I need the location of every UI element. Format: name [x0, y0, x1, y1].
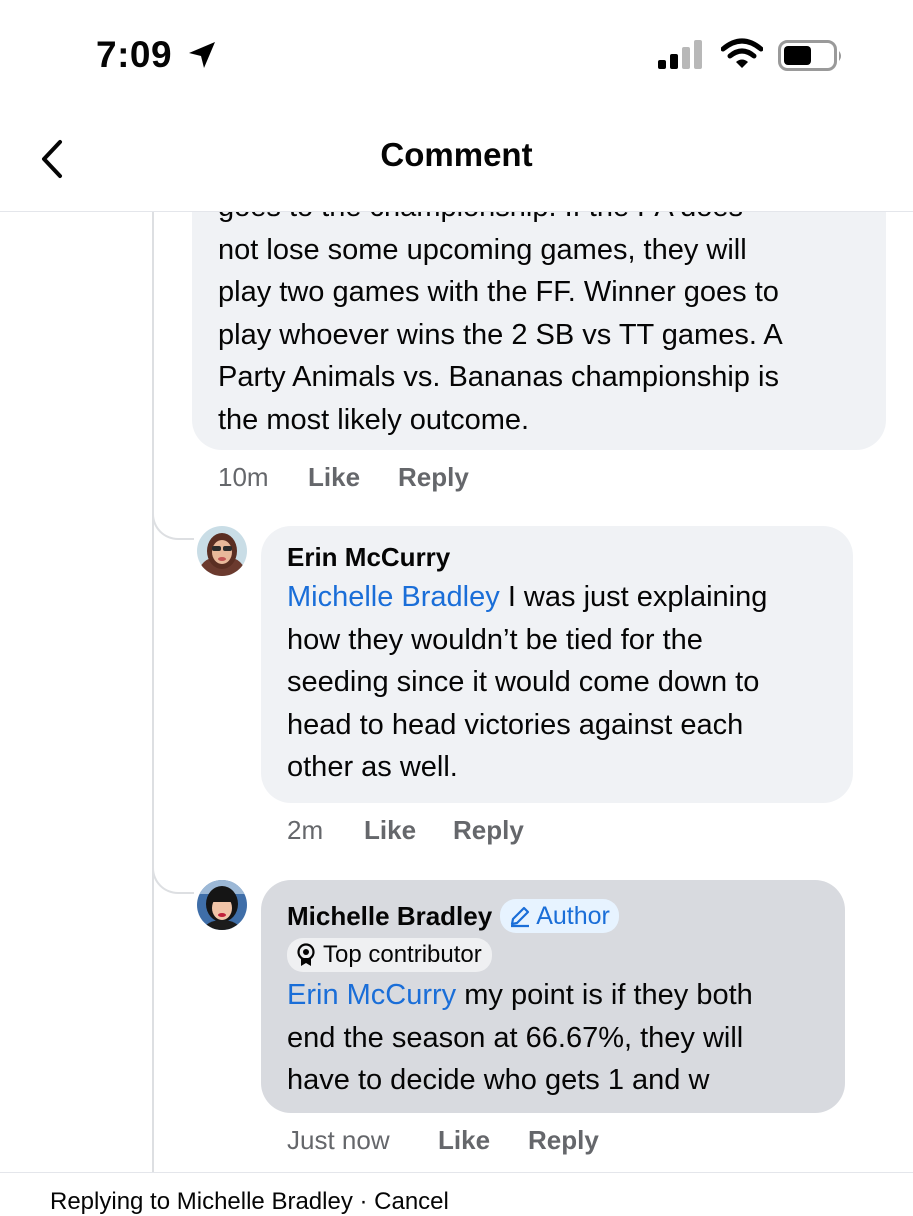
comment-text-line: seeding since it would come down to: [287, 666, 760, 699]
reply-button[interactable]: Reply: [528, 1125, 599, 1156]
avatar-michelle-bradley[interactable]: [197, 880, 247, 930]
comment-text-line: other as well.: [287, 751, 458, 784]
comment-text-line: Party Animals vs. Bananas championship i…: [218, 361, 779, 394]
comment-text-line: not lose some upcoming games, they will: [218, 233, 747, 266]
comment-author-name[interactable]: Michelle Bradley: [287, 899, 492, 933]
comment-bubble-highlighted: Michelle Bradley Author Top contributor …: [261, 880, 845, 1113]
like-button[interactable]: Like: [438, 1125, 528, 1156]
comment-timestamp: Just now: [287, 1125, 390, 1155]
replying-to-bar[interactable]: Replying to Michelle Bradley · Cancel: [50, 1188, 449, 1216]
wifi-icon: [721, 38, 763, 68]
page-title: Comment: [380, 136, 533, 173]
top-contributor-label: Top contributor: [323, 941, 482, 968]
status-bar: 7:09: [0, 0, 913, 110]
pencil-icon: [511, 906, 530, 928]
comment-text: I was just explaining: [499, 581, 768, 613]
comment-timestamp: 2m: [287, 815, 324, 845]
top-contributor-badge: Top contributor: [287, 938, 492, 972]
comment-text: my point is if they both: [456, 979, 753, 1011]
thread-line: [152, 212, 154, 1172]
like-button[interactable]: Like: [364, 815, 453, 846]
author-badge-label: Author: [536, 901, 610, 930]
reply-connector: [152, 510, 194, 540]
mention-link[interactable]: Michelle Bradley: [287, 581, 500, 613]
composer-divider: [0, 1172, 913, 1173]
author-badge: Author: [500, 899, 619, 933]
status-time: 7:09: [96, 34, 173, 75]
cellular-signal-icon: [658, 40, 702, 69]
mention-link[interactable]: Erin McCurry: [287, 979, 456, 1011]
battery-icon: [778, 40, 841, 71]
comment-actions: 2m Like Reply: [287, 815, 524, 846]
comment-timestamp: 10m: [218, 462, 269, 492]
comment-text-line: end the season at 66.67%, they will: [287, 1021, 744, 1054]
comment-text-line: the most likely outcome.: [218, 403, 530, 436]
avatar-erin-mccurry[interactable]: [197, 526, 247, 576]
header: Comment: [0, 110, 913, 212]
comment-text-line: goes to the championship. If the PA does: [218, 212, 783, 229]
comment-bubble: goes to the championship. If the PA does…: [192, 212, 886, 450]
comment-text-line: head to head victories against each: [287, 708, 744, 741]
comment-text-line: play whoever wins the 2 SB vs TT games. …: [218, 318, 783, 351]
comment-actions: Just now Like Reply: [287, 1125, 599, 1156]
comment-thread[interactable]: goes to the championship. If the PA does…: [0, 212, 913, 1172]
comment-text-line: how they wouldn’t be tied for the: [287, 623, 703, 656]
comment-actions: 10m Like Reply: [218, 462, 469, 493]
comment-author-name[interactable]: Erin McCurry: [287, 540, 767, 574]
comment-text-line: have to decide who gets 1 and w: [287, 1064, 710, 1097]
comment-text-line: play two games with the FF. Winner goes …: [218, 276, 779, 309]
location-arrow-icon: [189, 42, 215, 68]
reply-connector: [152, 864, 194, 894]
like-button[interactable]: Like: [308, 462, 398, 493]
reply-button[interactable]: Reply: [398, 462, 469, 493]
reply-button[interactable]: Reply: [453, 815, 524, 846]
award-ribbon-icon: [297, 943, 315, 966]
comment-bubble: Erin McCurry Michelle Bradley I was just…: [261, 526, 853, 803]
